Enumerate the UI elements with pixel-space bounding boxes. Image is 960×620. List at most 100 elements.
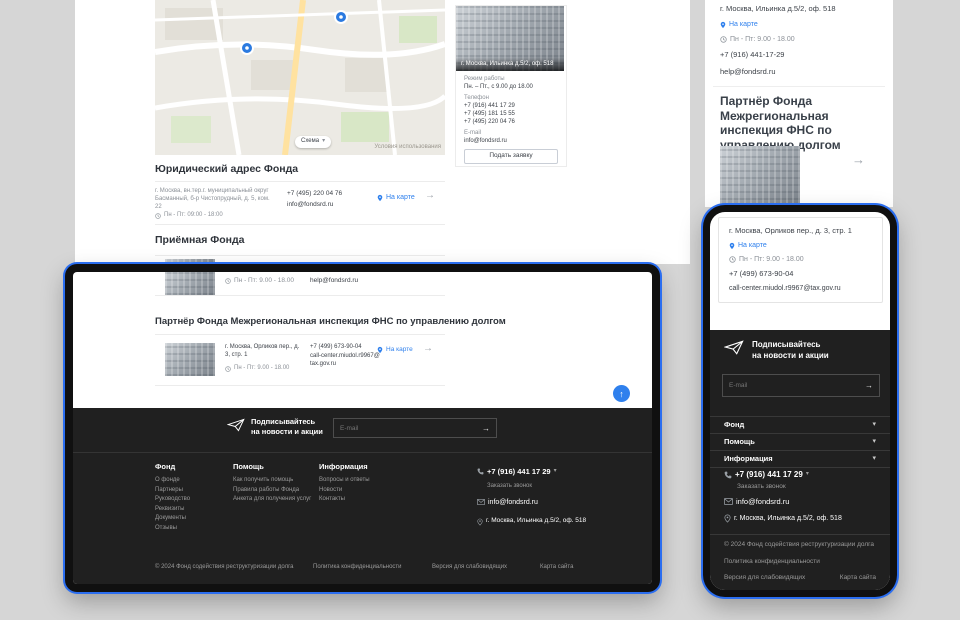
footer-column-title: Помощь <box>233 462 311 471</box>
partner-section-title: Партнёр Фонда Межрегиональная инспекция … <box>720 94 878 153</box>
office-email-label: E-mail <box>464 130 481 138</box>
clock-icon <box>155 213 161 219</box>
tablet-screen: Пн - Пт: 9.00 - 18.00 help@fondsrd.ru Па… <box>73 272 652 584</box>
map-link[interactable]: На карте <box>729 241 767 250</box>
map-link[interactable]: На карте <box>377 193 415 202</box>
pin-icon <box>720 21 726 29</box>
footer-link[interactable]: Вопросы и ответы <box>319 476 370 486</box>
divider <box>155 295 445 296</box>
section-arrow-button[interactable]: → <box>852 152 865 167</box>
paper-plane-icon <box>227 418 245 432</box>
office-email-link[interactable]: info@fondsrd.ru <box>464 138 507 146</box>
submit-request-button[interactable]: Подать заявку <box>464 149 558 164</box>
legal-hours: Пн - Пт: 09:00 - 18:00 <box>155 212 223 220</box>
sitemap-link[interactable]: Карта сайта <box>840 574 876 582</box>
accessibility-version-link[interactable]: Версия для слабовидящих <box>432 564 507 572</box>
legal-address-card: г. Москва, вн.тер.г. муниципальный округ… <box>155 181 445 225</box>
reception-card-top-border <box>155 255 445 256</box>
map-link-label: На карте <box>729 20 758 29</box>
desktop-page-screenshot: Схема ▾ Условия использования г. Москва,… <box>75 0 690 264</box>
footer-link[interactable]: Реквизиты <box>155 505 190 515</box>
reception-email-link[interactable]: help@fondsrd.ru <box>720 67 776 77</box>
card-arrow-button[interactable]: → <box>425 190 435 201</box>
footer-link[interactable]: Документы <box>155 514 190 524</box>
site-footer: Подписывайтесь на новости и акции → Фонд… <box>73 408 652 584</box>
footer-link[interactable]: Руководство <box>155 495 190 505</box>
arrow-up-icon: ↑ <box>619 389 624 399</box>
card-arrow-button[interactable]: → <box>423 343 433 354</box>
footer-phone-label: +7 (916) 441 17 29 <box>487 467 551 477</box>
privacy-policy-link[interactable]: Политика конфиденциальности <box>313 564 402 572</box>
partner-photo-thumb <box>165 343 215 376</box>
menu-item-info[interactable]: Информация ▾ <box>710 451 890 468</box>
office-phone-link[interactable]: +7 (495) 181 15 55 <box>464 111 515 119</box>
footer-link[interactable]: Партнеры <box>155 486 190 496</box>
chevron-down-icon: ▾ <box>322 138 325 146</box>
reception-email-link[interactable]: help@fondsrd.ru <box>310 277 358 285</box>
mobile-accordion-menu: Фонд ▾ Помощь ▾ Информация ▾ <box>710 416 890 468</box>
mail-icon <box>724 498 733 505</box>
scroll-to-top-button[interactable]: ↑ <box>613 385 630 402</box>
footer-phone-link[interactable]: +7 (916) 441 17 29 ▾ <box>724 470 809 480</box>
legal-address-text: г. Москва, вн.тер.г. муниципальный округ… <box>155 188 275 211</box>
footer-link[interactable]: О фонде <box>155 476 190 486</box>
footer-phone-link[interactable]: +7 (916) 441 17 29 ▾ <box>477 467 557 477</box>
newsletter-submit-button[interactable]: → <box>859 381 879 390</box>
map[interactable]: Схема ▾ Условия использования <box>155 0 445 155</box>
footer-column-help: Помощь Как получить помощь Правила работ… <box>233 462 311 505</box>
accessibility-version-link[interactable]: Версия для слабовидящих <box>724 574 805 582</box>
phone-screen: г. Москва, Орликов пер., д. 3, стр. 1 На… <box>710 212 890 590</box>
map-terms-link[interactable]: Условия использования <box>374 144 441 152</box>
copyright-text: © 2024 Фонд содействия реструктуризации … <box>155 564 293 572</box>
partner-photo <box>720 146 800 207</box>
partner-email-link[interactable]: call-center.miudol.r9967@tax.gov.ru <box>729 284 877 293</box>
footer-link[interactable]: Контакты <box>319 495 370 505</box>
footer-link[interactable]: Анкета для получения услуг <box>233 495 311 505</box>
callback-link[interactable]: Заказать звонок <box>737 483 786 491</box>
clock-icon <box>729 256 736 263</box>
map-pin-marker[interactable] <box>335 11 347 23</box>
pin-icon <box>729 242 735 250</box>
footer-email-link[interactable]: info@fondsrd.ru <box>477 498 538 507</box>
map-link[interactable]: На карте <box>720 20 758 29</box>
chevron-down-icon: ▾ <box>806 471 809 479</box>
office-phone-link[interactable]: +7 (916) 441 17 29 <box>464 103 515 111</box>
partner-phone-link[interactable]: +7 (499) 673-90-04 <box>729 269 793 279</box>
tablet-device-frame: Пн - Пт: 9.00 - 18.00 help@fondsrd.ru Па… <box>65 264 660 592</box>
pin-icon <box>377 194 383 202</box>
footer-address-label: г. Москва, Ильинка д.5/2, оф. 518 <box>486 517 586 525</box>
privacy-policy-link[interactable]: Политика конфиденциальности <box>724 558 820 566</box>
newsletter-email-input[interactable] <box>334 425 476 432</box>
menu-item-help[interactable]: Помощь ▾ <box>710 434 890 451</box>
callback-link[interactable]: Заказать звонок <box>487 483 642 491</box>
map-layer-control[interactable]: Схема ▾ <box>295 136 331 148</box>
subscribe-title-line1: Подписывайтесь <box>752 340 820 350</box>
footer-address-label: г. Москва, Ильинка д.5/2, оф. 518 <box>734 514 842 523</box>
footer-link[interactable]: Правила работы Фонда <box>233 486 311 496</box>
menu-item-fund[interactable]: Фонд ▾ <box>710 417 890 434</box>
reception-phone-link[interactable]: +7 (916) 441-17-29 <box>720 50 784 60</box>
newsletter-email-input[interactable] <box>723 382 859 389</box>
partner-email-link[interactable]: call-center.miudol.r9967@tax.gov.ru <box>310 353 380 369</box>
pin-icon <box>377 346 383 354</box>
legal-email-link[interactable]: info@fondsrd.ru <box>287 201 333 209</box>
legal-phone-link[interactable]: +7 (495) 220 04 76 <box>287 190 342 198</box>
footer-column-title: Информация <box>319 462 370 471</box>
map-link-label: На карте <box>386 193 415 202</box>
footer-link[interactable]: Новости <box>319 486 370 496</box>
map-link[interactable]: На карте <box>377 346 413 354</box>
footer-link[interactable]: Как получить помощь <box>233 476 311 486</box>
partner-address: г. Москва, Орликов пер., д. 3, стр. 1 <box>225 344 305 360</box>
partner-phone-link[interactable]: +7 (499) 673-90-04 <box>310 344 362 352</box>
reception-title: Приёмная Фонда <box>155 234 244 246</box>
office-phone-link[interactable]: +7 (495) 220 04 76 <box>464 119 515 127</box>
map-pin-marker[interactable] <box>241 42 253 54</box>
footer-email-link[interactable]: info@fondsrd.ru <box>724 497 789 507</box>
footer-column-fund: Фонд О фонде Партнеры Руководство Реквиз… <box>155 462 190 533</box>
footer-link[interactable]: Отзывы <box>155 524 190 534</box>
newsletter-submit-button[interactable]: → <box>476 424 496 433</box>
reception-hours-label: Пн - Пт: 9.00 - 18.00 <box>730 35 795 44</box>
pin-icon <box>477 518 483 526</box>
footer-address: г. Москва, Ильинка д.5/2, оф. 518 <box>724 514 842 523</box>
sitemap-link[interactable]: Карта сайта <box>540 564 573 572</box>
